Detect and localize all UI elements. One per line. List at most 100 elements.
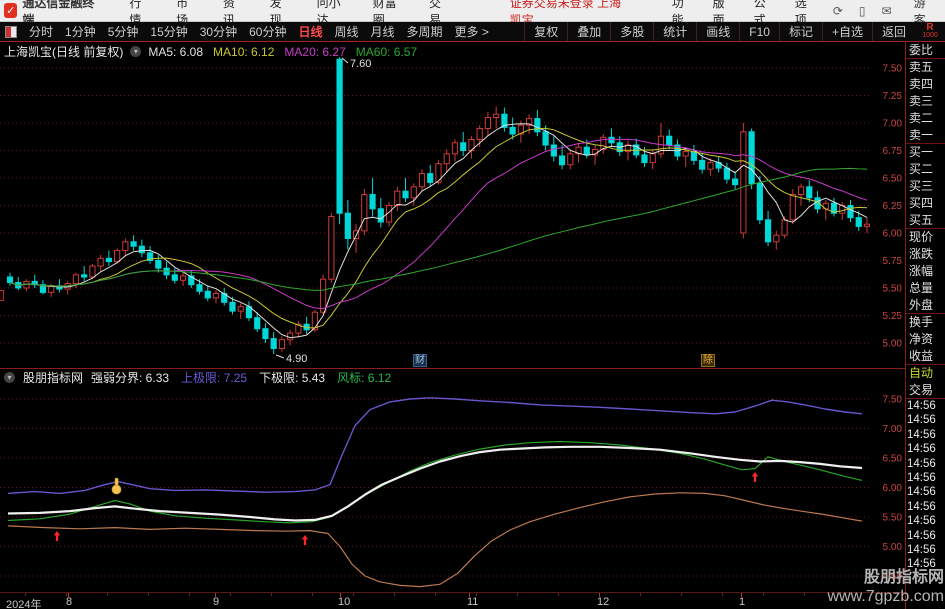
tick-trade-row[interactable]: 14:56 xyxy=(906,529,945,543)
timeframe-5[interactable]: 60分钟 xyxy=(243,23,292,40)
axis-minor-tick xyxy=(107,593,108,596)
timeframe-4[interactable]: 30分钟 xyxy=(194,23,243,40)
quote-row-20[interactable]: 交易 xyxy=(906,382,945,399)
candle-body xyxy=(493,113,500,118)
timeframe-7[interactable]: 周线 xyxy=(328,23,364,40)
candle-body xyxy=(847,205,854,219)
buy-signal-arrow-stem xyxy=(55,535,59,541)
timeframe-10[interactable]: 更多 > xyxy=(449,23,495,40)
tick-trade-row[interactable]: 14:56 xyxy=(906,514,945,528)
candle-body xyxy=(699,159,706,170)
timeframe-3[interactable]: 15分钟 xyxy=(144,23,193,40)
axis-minor-tick xyxy=(312,593,313,596)
tick-trade-row[interactable]: 14:56 xyxy=(906,457,945,471)
candle-body xyxy=(72,274,80,285)
axis-minor-tick xyxy=(681,593,682,596)
indicator-panel: ▾ 股朋指标网 强弱分界: 6.33 上极限: 7.25 下极限: 5.43 风标: … xyxy=(0,368,905,592)
tick-trade-row[interactable]: 14:56 xyxy=(906,485,945,499)
phone-icon[interactable]: ▯ xyxy=(851,4,874,18)
axis-minor-tick xyxy=(25,593,26,596)
tool-4[interactable]: 画线 xyxy=(696,22,739,41)
timeframe-0[interactable]: 分时 xyxy=(23,23,59,40)
axis-minor-tick xyxy=(189,593,190,596)
tool-2[interactable]: 多股 xyxy=(610,22,653,41)
period-toolbar: 分时 1分钟 5分钟 15分钟 30分钟 60分钟 日线 周线 月线 多周期 更多 > 复权 叠加 多股… xyxy=(0,22,945,42)
ma-label-ma20: MA20: 6.27 xyxy=(284,44,346,59)
buy-signal-arrow-stem xyxy=(303,539,307,545)
candle-body xyxy=(105,257,112,263)
time-axis[interactable]: 2024年 8 9 10 11 12 1 xyxy=(0,592,905,609)
candle-body xyxy=(855,217,862,227)
indicator-chart[interactable]: 7.507.006.506.005.505.004.50 xyxy=(0,385,905,593)
candle-body xyxy=(484,117,492,129)
candle-body xyxy=(797,186,805,196)
ma-label-ma10: MA10: 6.12 xyxy=(213,44,275,59)
finance-report-marker[interactable]: 财 xyxy=(413,354,427,367)
candle-body xyxy=(773,234,780,243)
mail-icon[interactable]: ✉ xyxy=(874,4,900,18)
tool-5[interactable]: F10 xyxy=(739,22,779,41)
axis-month-label-10: 10 xyxy=(338,596,351,608)
price-axis-label: 5.25 xyxy=(883,311,903,322)
main-candlestick-chart[interactable]: 7.50 7.25 7.00 6.75 6.50 6.25 6.00 5.75 5.50 5.25… xyxy=(0,42,905,368)
candle-body xyxy=(229,301,236,312)
tool-1[interactable]: 叠加 xyxy=(567,22,610,41)
tick-trade-row[interactable]: 14:56 xyxy=(906,442,945,456)
layout-icon[interactable] xyxy=(5,25,17,38)
axis-minor-tick xyxy=(271,593,272,596)
ma-line-60 xyxy=(9,167,868,291)
tick-trade-row[interactable]: 14:56 xyxy=(906,428,945,442)
tool-0[interactable]: 复权 xyxy=(524,22,567,41)
quote-row-10: 买五 xyxy=(906,212,945,229)
candle-body xyxy=(320,278,327,313)
watermark: 股朋指标网 www.7gpzb.com xyxy=(828,568,945,606)
tick-trade-row[interactable]: 14:56 xyxy=(906,500,945,514)
candle-body xyxy=(732,178,739,186)
tool-6[interactable]: 标记 xyxy=(778,22,822,41)
quote-row-19[interactable]: 自动 xyxy=(906,365,945,382)
timeframe-6[interactable]: 日线 xyxy=(292,23,328,40)
timeframe-1[interactable]: 1分钟 xyxy=(59,23,102,40)
candle-body xyxy=(567,153,574,166)
sync-icon[interactable]: ⟳ xyxy=(825,4,851,18)
collapse-chart-icon[interactable]: ▾ xyxy=(130,46,142,57)
price-axis-label: 7.50 xyxy=(883,64,903,75)
quote-row-15: 外盘 xyxy=(906,297,945,314)
rank-badge: R 1000 xyxy=(922,21,938,39)
candle-body xyxy=(262,328,269,340)
axis-month-label-12: 12 xyxy=(597,596,610,608)
axis-minor-tick xyxy=(394,593,395,596)
ex-dividend-marker[interactable]: 除 xyxy=(701,354,715,367)
tick-trade-row[interactable]: 14:56 xyxy=(906,543,945,557)
timeframe-2[interactable]: 5分钟 xyxy=(102,23,145,40)
candle-body xyxy=(410,186,417,199)
tick-trade-row[interactable]: 14:56 xyxy=(906,471,945,485)
axis-minor-tick xyxy=(722,593,723,596)
indicator-field-0: 强弱分界: 6.33 xyxy=(91,371,170,385)
quote-row-4: 卖二 xyxy=(909,111,934,125)
candle-body xyxy=(328,216,335,280)
quote-row-6: 买一 xyxy=(909,145,934,159)
axis-year-label: 2024年 xyxy=(6,599,42,609)
timeframe-8[interactable]: 月线 xyxy=(365,23,401,40)
collapse-indicator-icon[interactable]: ▾ xyxy=(4,372,15,383)
ma-label-ma60: MA60: 6.57 xyxy=(355,44,418,59)
candle-body xyxy=(666,135,673,146)
tool-3[interactable]: 统计 xyxy=(653,22,696,41)
candle-body xyxy=(344,212,351,239)
axis-minor-tick xyxy=(353,593,354,596)
candle-body xyxy=(361,194,368,232)
candle-body xyxy=(542,131,549,146)
candle-body xyxy=(402,190,409,199)
candle-body xyxy=(155,260,162,269)
tick-trade-row[interactable]: 14:56 xyxy=(906,413,945,427)
tool-7[interactable]: +自选 xyxy=(821,22,872,41)
tool-8[interactable]: 返回 xyxy=(871,22,915,41)
candle-body xyxy=(641,154,648,164)
tick-trade-row[interactable]: 14:56 xyxy=(906,399,945,413)
indicator-axis-label: 7.00 xyxy=(883,424,903,435)
candle-body xyxy=(237,306,244,312)
quote-row-9: 买四 xyxy=(909,196,934,210)
timeframe-9[interactable]: 多周期 xyxy=(401,23,449,40)
candle-body xyxy=(707,162,714,170)
